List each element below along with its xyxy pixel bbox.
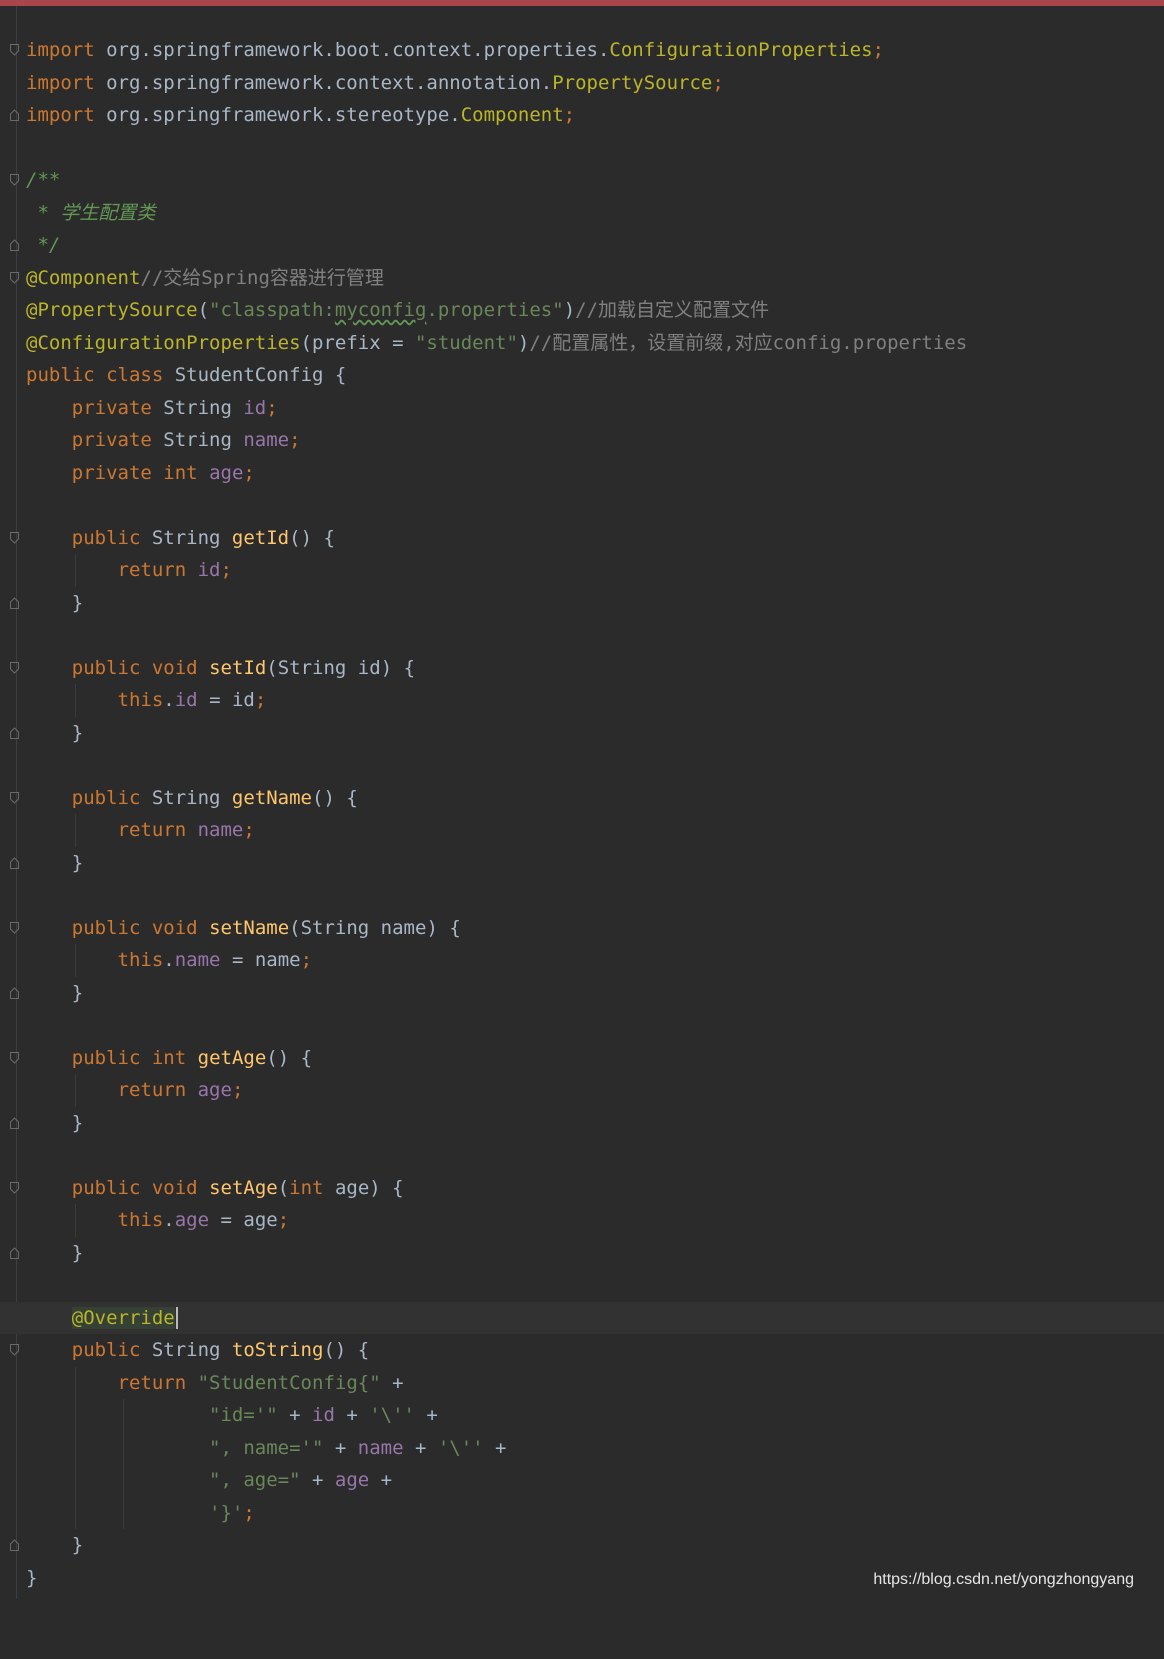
code-line: }	[0, 977, 1164, 1010]
fold-close-icon[interactable]	[10, 1539, 19, 1551]
code-line: this.age = age;	[0, 1204, 1164, 1237]
code-line: import org.springframework.context.annot…	[26, 71, 724, 94]
code-line: return id;	[0, 554, 1164, 587]
code-line: import org.springframework.stereotype.Co…	[0, 99, 1164, 132]
fold-close-icon[interactable]	[10, 109, 19, 121]
code-line: private String id;	[71, 396, 278, 419]
fold-open-icon[interactable]	[10, 1181, 19, 1194]
code-line: public void setId(String id) {	[0, 652, 1164, 685]
fold-open-icon[interactable]	[10, 1344, 19, 1356]
text-caret	[175, 1307, 178, 1329]
code-line: public class StudentConfig {	[26, 364, 347, 386]
code-line: /**	[0, 164, 1164, 197]
code-line: */	[0, 229, 1164, 262]
fold-open-icon[interactable]	[10, 1051, 19, 1064]
fold-close-icon[interactable]	[10, 986, 19, 999]
fold-close-icon[interactable]	[10, 239, 19, 251]
fold-open-icon[interactable]	[10, 661, 19, 674]
code-line: ", age=" + age +	[0, 1464, 1164, 1497]
fold-open-icon[interactable]	[10, 531, 19, 544]
fold-close-icon[interactable]	[10, 1246, 19, 1259]
code-line: public String getId() {	[0, 522, 1164, 555]
code-line: ", name='" + name + '\'' +	[0, 1431, 1164, 1464]
code-line: public String toString() {	[0, 1334, 1164, 1367]
code-line: }	[0, 847, 1164, 880]
code-line: @PropertySource("classpath:myconfig.prop…	[26, 299, 770, 321]
code-line: private int age;	[71, 461, 255, 484]
code-line: this.name = name;	[0, 944, 1164, 977]
code-line: return age;	[0, 1074, 1164, 1107]
fold-open-icon[interactable]	[10, 44, 19, 56]
code-line: }	[0, 1107, 1164, 1140]
code-line: public void setName(String name) {	[0, 912, 1164, 945]
code-line: @ConfigurationProperties(prefix = "stude…	[26, 331, 968, 354]
code-line: }	[0, 1529, 1164, 1562]
fold-close-icon[interactable]	[10, 856, 19, 869]
code-line: "id='" + id + '\'' +	[0, 1399, 1164, 1432]
code-editor[interactable]: import org.springframework.boot.context.…	[0, 34, 1164, 1594]
code-line: * 学生配置类	[26, 201, 156, 224]
code-line: return "StudentConfig{" +	[0, 1366, 1164, 1399]
code-line: '}';	[0, 1496, 1164, 1529]
fold-open-icon[interactable]	[10, 921, 19, 934]
fold-open-icon[interactable]	[10, 791, 19, 804]
code-line: @Component//交给Spring容器进行管理	[0, 262, 1164, 295]
code-line: public void setAge(int age) {	[0, 1172, 1164, 1205]
watermark-url: https://blog.csdn.net/yongzhongyang	[873, 1571, 1134, 1588]
fold-open-icon[interactable]	[10, 174, 19, 186]
code-line: public String getName() {	[0, 782, 1164, 815]
fold-close-icon[interactable]	[10, 726, 19, 739]
code-line: public int getAge() {	[0, 1042, 1164, 1075]
code-line: }	[0, 717, 1164, 750]
fold-open-icon[interactable]	[10, 271, 19, 284]
editor-top-bar	[0, 0, 1164, 6]
fold-close-icon[interactable]	[10, 596, 19, 609]
code-line-current: @Override	[0, 1301, 1164, 1334]
code-line: import org.springframework.boot.context.…	[0, 34, 1164, 67]
code-line: private String name;	[71, 429, 301, 451]
code-line: return name;	[0, 814, 1164, 847]
fold-close-icon[interactable]	[10, 1116, 19, 1129]
code-line: }	[0, 587, 1164, 620]
code-line: this.id = id;	[0, 684, 1164, 717]
code-line: }	[0, 1237, 1164, 1270]
